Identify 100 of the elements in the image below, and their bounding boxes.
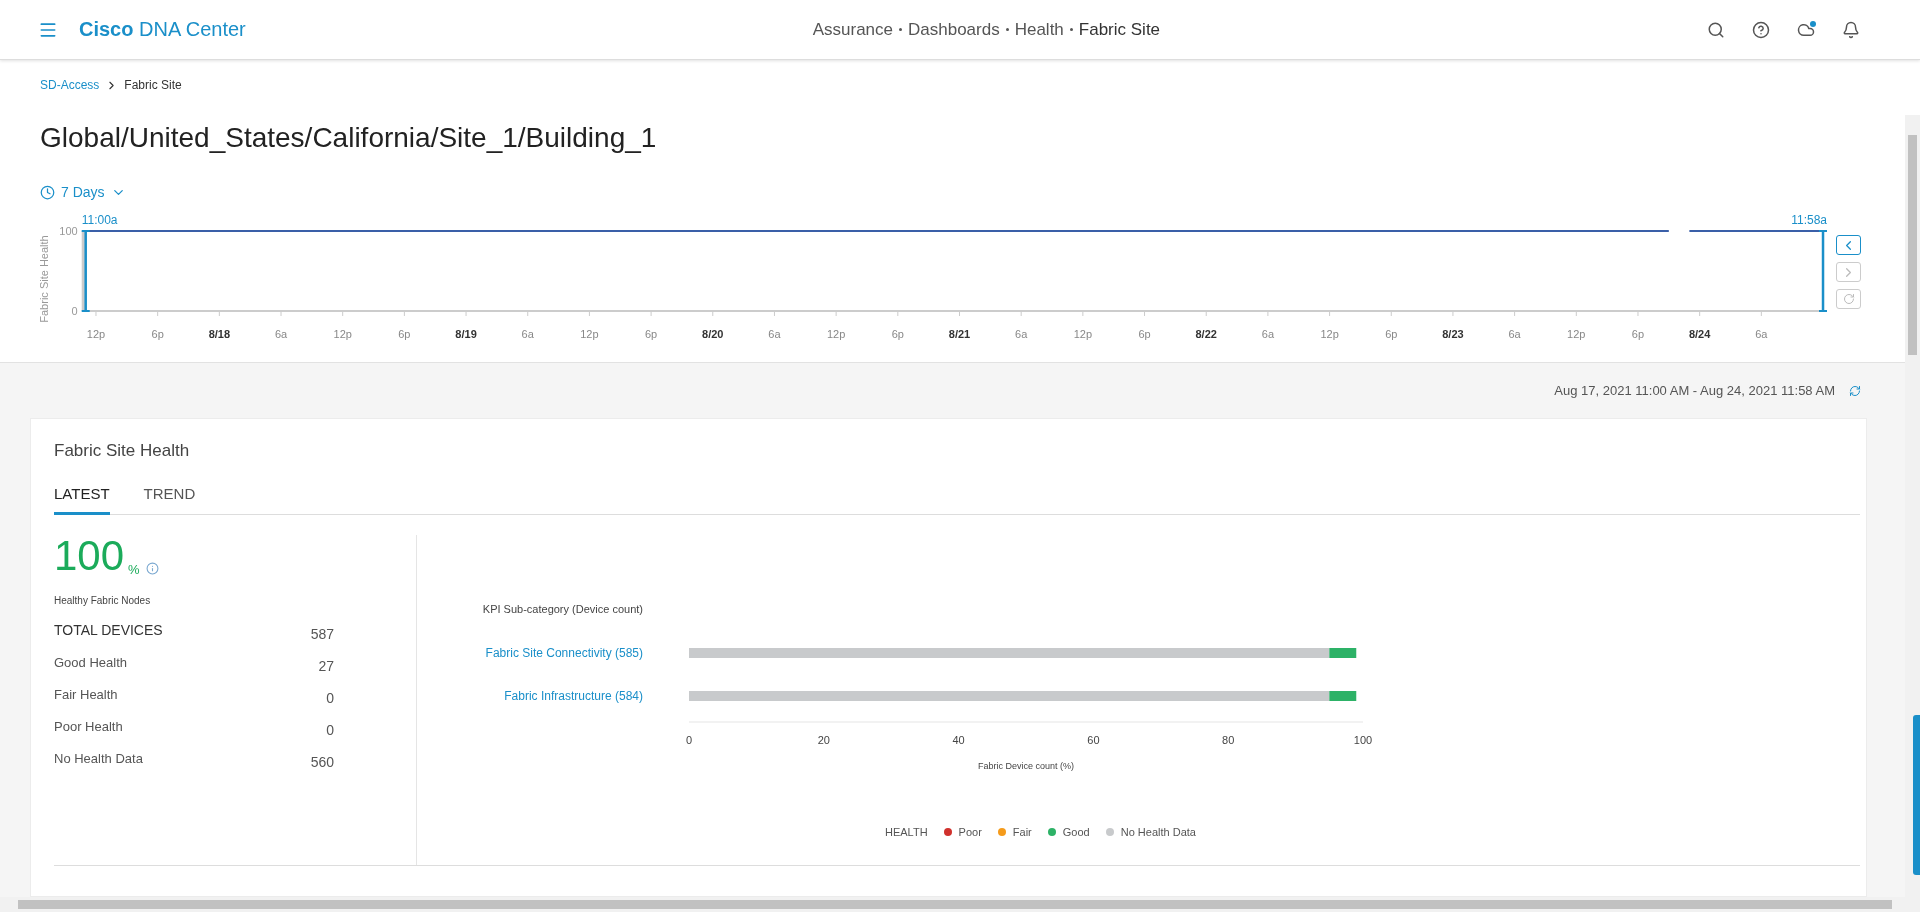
header-breadcrumb: Assurance bbox=[812, 19, 893, 40]
refresh-icon[interactable] bbox=[1849, 384, 1861, 397]
axis-label: 20 bbox=[817, 734, 830, 746]
tick-mark bbox=[835, 310, 837, 317]
axis-label: 6a bbox=[1508, 328, 1521, 340]
tick-mark bbox=[157, 310, 159, 317]
page-title: Global/United_States/California/Site_1/Building_1 bbox=[40, 122, 658, 154]
axis-label: 6p bbox=[1138, 328, 1151, 340]
tick-mark bbox=[403, 310, 405, 317]
axis-title: Fabric Device count (%) bbox=[978, 761, 1074, 771]
tick-mark bbox=[1390, 310, 1392, 317]
axis-label: 6a bbox=[768, 328, 781, 340]
scrollbar-thumb[interactable] bbox=[1908, 135, 1917, 355]
separator-dot bbox=[1005, 28, 1009, 31]
axis-title: Fabric Site Health bbox=[38, 235, 50, 323]
breadcrumb-link[interactable]: SD-Access bbox=[40, 78, 100, 92]
tick-mark bbox=[1329, 310, 1331, 317]
axis-title: KPI Sub-category (Device count) bbox=[482, 603, 643, 615]
date-range: Aug 17, 2021 11:00 AM - Aug 24, 2021 11:58 AM bbox=[1554, 383, 1835, 398]
axis-label: 6p bbox=[1631, 328, 1645, 340]
bell-icon[interactable] bbox=[1842, 20, 1860, 39]
time-range-dropdown[interactable]: 7 Days bbox=[40, 184, 126, 200]
axis-label: 8/21 bbox=[948, 328, 971, 340]
time-label: 11:00a bbox=[81, 213, 118, 227]
axis-label: 8/23 bbox=[1442, 328, 1464, 340]
range-handle[interactable] bbox=[80, 230, 91, 312]
header-breadcrumb: Health bbox=[1014, 19, 1064, 40]
score-unit: % bbox=[128, 562, 140, 577]
legend-label: No Health Data bbox=[1120, 826, 1196, 838]
stat-label: Poor Health bbox=[54, 718, 123, 734]
tick-mark bbox=[1760, 310, 1762, 317]
axis-label: 8/18 bbox=[208, 328, 231, 340]
axis-label: 12p bbox=[580, 328, 599, 340]
axis-label: 0 bbox=[685, 734, 693, 746]
axis-label: 12p bbox=[826, 328, 846, 340]
tick-mark bbox=[342, 310, 344, 317]
tab[interactable]: TREND bbox=[143, 485, 196, 515]
axis-label: 80 bbox=[1222, 734, 1235, 746]
tick-mark bbox=[527, 310, 529, 317]
axis-label: 6a bbox=[274, 328, 288, 340]
axis-label: 12p bbox=[1320, 328, 1339, 340]
legend-label: Good bbox=[1062, 826, 1090, 838]
axis-label: 40 bbox=[952, 734, 965, 746]
axis-label: 6a bbox=[521, 328, 534, 340]
separator-dot bbox=[1069, 28, 1073, 31]
separator-dot bbox=[899, 28, 902, 31]
axis-label: 12p bbox=[1567, 328, 1586, 340]
axis-label: 100 bbox=[1353, 734, 1373, 746]
stat-value: 587 bbox=[310, 626, 334, 642]
card-title: Fabric Site Health bbox=[54, 441, 191, 461]
axis-label: 60 bbox=[1087, 734, 1100, 746]
range-handle[interactable] bbox=[1818, 230, 1828, 312]
axis-label: 6a bbox=[1261, 328, 1275, 340]
axis-label: 6p bbox=[398, 328, 411, 340]
axis-label: 0 bbox=[71, 305, 78, 317]
tick-mark bbox=[897, 310, 899, 317]
tick-mark bbox=[773, 310, 775, 317]
time-label: 11:58a bbox=[1791, 213, 1827, 227]
tick-mark bbox=[1575, 310, 1577, 317]
horizontal-scrollbar[interactable] bbox=[0, 897, 1920, 912]
search-icon[interactable] bbox=[1707, 20, 1725, 39]
breadcrumb-current: Fabric Site bbox=[124, 78, 182, 92]
axis-label: 6p bbox=[644, 328, 658, 340]
axis-label: 12p bbox=[333, 328, 352, 340]
header-breadcrumb: Fabric Site bbox=[1078, 19, 1161, 40]
tick-mark bbox=[1205, 310, 1207, 317]
axis-label: 6p bbox=[151, 328, 164, 340]
axis-label: 6a bbox=[1755, 328, 1768, 340]
stat-value: 0 bbox=[326, 690, 334, 706]
vertical-scrollbar[interactable] bbox=[1905, 115, 1920, 897]
app-logo: Cisco DNA Center bbox=[79, 18, 246, 41]
kpi-link[interactable]: Fabric Site Connectivity (585) bbox=[485, 646, 643, 660]
header-breadcrumb: Dashboards bbox=[908, 19, 1000, 40]
reset-icon bbox=[1842, 293, 1855, 305]
tick-mark bbox=[1699, 310, 1701, 317]
stat-label: No Health Data bbox=[54, 750, 143, 766]
axis-label: 12p bbox=[86, 328, 106, 340]
stat-value: 560 bbox=[310, 754, 334, 770]
stat-label: TOTAL DEVICES bbox=[54, 622, 163, 638]
stat-value: 27 bbox=[318, 658, 334, 674]
legend-label: Poor bbox=[958, 826, 982, 838]
info-icon[interactable] bbox=[145, 562, 159, 575]
stat-label: Good Health bbox=[54, 654, 127, 670]
tick-mark bbox=[218, 310, 220, 317]
previous-button[interactable] bbox=[1836, 235, 1861, 255]
help-icon[interactable] bbox=[1752, 20, 1770, 39]
tab[interactable]: LATEST bbox=[54, 485, 110, 515]
tick-mark bbox=[1082, 310, 1084, 317]
side-tab-handle[interactable] bbox=[1913, 715, 1920, 875]
axis-label: 6p bbox=[1385, 328, 1398, 340]
axis-label: 8/20 bbox=[702, 328, 724, 340]
clock-icon bbox=[40, 184, 55, 200]
axis-label: 8/24 bbox=[1688, 328, 1711, 340]
stat-value: 0 bbox=[326, 722, 334, 738]
scrollbar-thumb[interactable] bbox=[18, 900, 1892, 909]
cloud-icon[interactable] bbox=[1797, 20, 1815, 39]
health-score: 100 bbox=[54, 535, 125, 577]
tick-mark bbox=[1514, 310, 1516, 317]
axis-label: 8/22 bbox=[1195, 328, 1217, 340]
kpi-link[interactable]: Fabric Infrastructure (584) bbox=[504, 689, 643, 703]
